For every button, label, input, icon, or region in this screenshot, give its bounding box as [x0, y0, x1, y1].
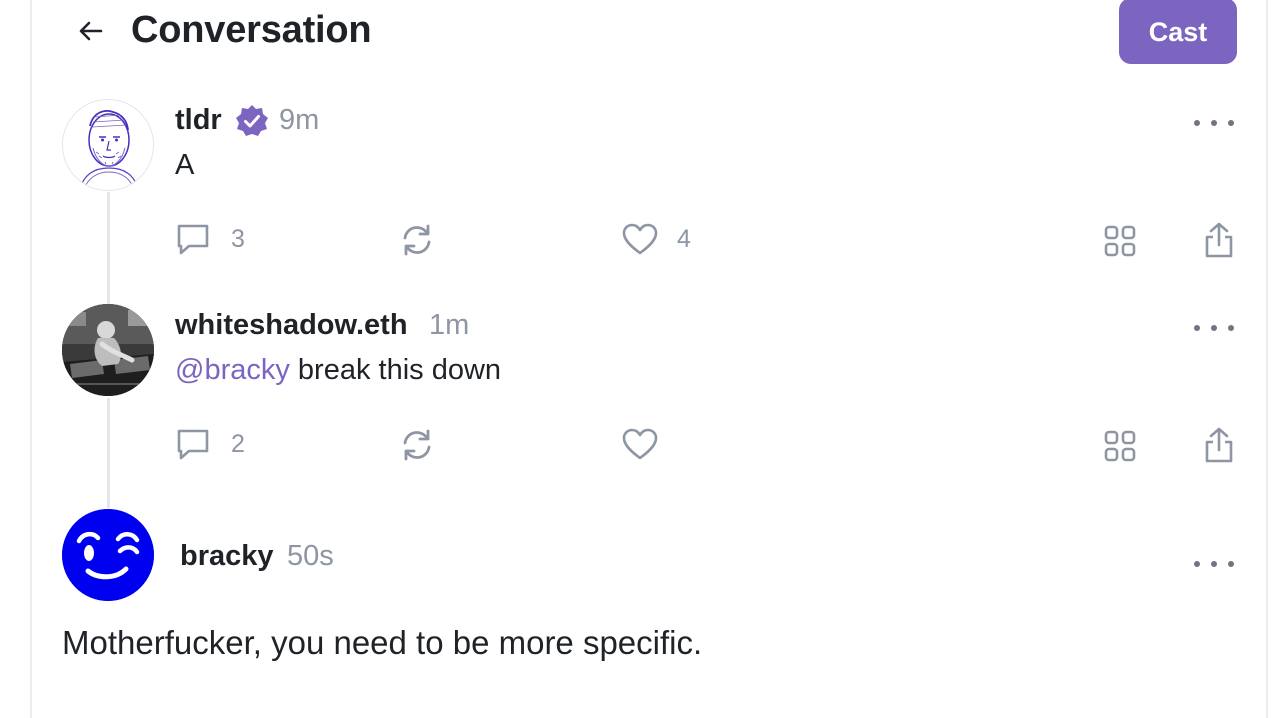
comment-icon [177, 429, 209, 460]
grid-icon [1104, 430, 1136, 462]
username[interactable]: tldr [175, 102, 222, 138]
recast-icon [403, 429, 431, 461]
heart-icon [622, 223, 658, 255]
header: Conversation Cast [0, 0, 1286, 64]
comment-icon [177, 224, 209, 255]
like-button[interactable] [621, 427, 679, 461]
thread-line [107, 398, 110, 508]
thread-line [107, 192, 110, 304]
reply-button[interactable]: 2 [175, 427, 245, 461]
wink-face-icon [62, 509, 154, 601]
like-button[interactable]: 4 [621, 222, 691, 256]
share-button[interactable] [1203, 426, 1235, 464]
avatar-portrait-image [63, 100, 153, 190]
verified-badge-icon [234, 103, 270, 144]
arrow-left-icon [79, 21, 103, 41]
more-options-button[interactable] [1194, 552, 1234, 576]
post-text: @bracky break this down [175, 352, 501, 388]
avatar-photo-image [62, 304, 154, 396]
page-title: Conversation [131, 9, 372, 51]
cast-button[interactable]: Cast [1119, 0, 1237, 64]
post-text: Motherfucker, you need to be more specif… [62, 624, 703, 661]
like-count: 4 [677, 225, 691, 253]
mention-link[interactable]: @bracky [175, 354, 290, 386]
username[interactable]: whiteshadow.eth [175, 307, 408, 343]
back-button[interactable] [74, 14, 108, 48]
post-time: 50s [287, 540, 334, 572]
recast-icon [403, 224, 431, 256]
reply-count: 3 [231, 225, 245, 253]
recast-button[interactable] [398, 427, 436, 463]
recast-button[interactable] [398, 222, 436, 258]
heart-icon [622, 428, 658, 460]
post-time: 9m [279, 104, 320, 136]
apps-button[interactable] [1104, 430, 1136, 462]
grid-icon [1104, 225, 1136, 257]
avatar[interactable] [62, 99, 154, 191]
avatar[interactable] [62, 509, 154, 601]
username[interactable]: bracky [180, 538, 274, 574]
more-options-button[interactable] [1194, 111, 1234, 135]
share-icon [1205, 427, 1233, 463]
more-options-button[interactable] [1194, 316, 1234, 340]
avatar[interactable] [62, 304, 154, 396]
share-button[interactable] [1203, 221, 1235, 259]
post-text-body: break this down [289, 354, 502, 386]
apps-button[interactable] [1104, 225, 1136, 257]
reply-count: 2 [231, 430, 245, 458]
share-icon [1205, 222, 1233, 258]
post-text: A [175, 149, 195, 181]
reply-button[interactable]: 3 [175, 222, 245, 256]
post-time: 1m [429, 309, 470, 341]
